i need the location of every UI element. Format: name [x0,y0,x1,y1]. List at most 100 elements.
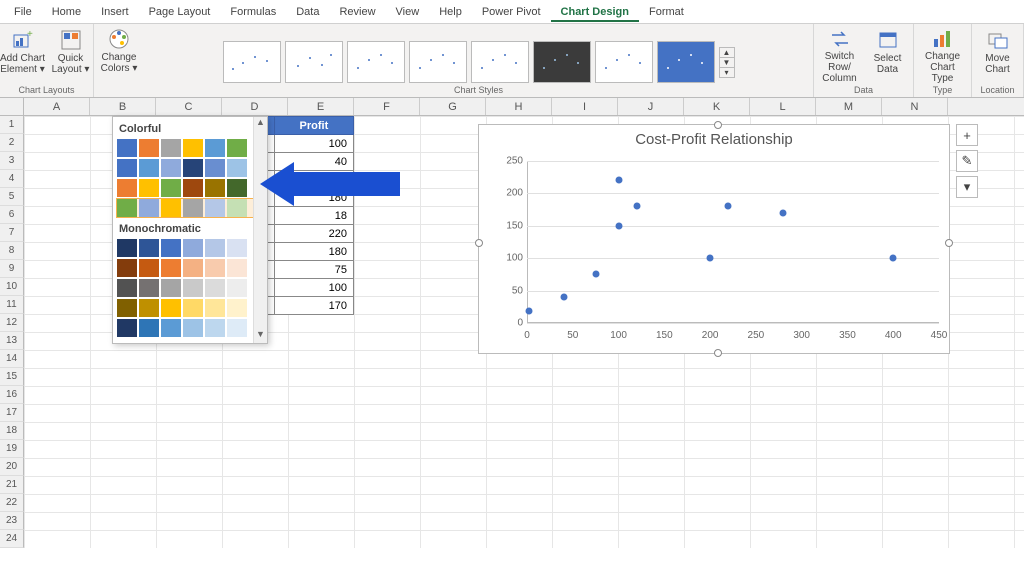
move-chart-button[interactable]: Move Chart [975,27,1021,83]
column-header[interactable]: E [288,98,354,115]
data-point[interactable] [707,255,714,262]
color-scheme-option[interactable] [117,179,263,197]
row-header[interactable]: 1 [0,116,24,134]
data-point[interactable] [725,203,732,210]
color-scheme-option[interactable] [117,199,263,217]
tab-file[interactable]: File [4,2,42,22]
row-header[interactable]: 13 [0,332,24,350]
chart-filters-button[interactable]: ▾ [956,176,978,198]
change-chart-type-button[interactable]: Change Chart Type [920,27,966,83]
change-colors-button[interactable]: Change Colors ▾ [96,26,142,82]
row-header[interactable]: 2 [0,134,24,152]
column-header[interactable]: A [24,98,90,115]
color-scheme-option[interactable] [117,279,263,297]
cell[interactable]: 75 [274,261,353,279]
color-scheme-option[interactable] [117,159,263,177]
column-header[interactable]: J [618,98,684,115]
chart-style-thumb[interactable] [657,41,715,83]
chart-elements-button[interactable]: + [956,124,978,146]
data-point[interactable] [615,222,622,229]
chart-style-thumb[interactable] [595,41,653,83]
chart-styles-button[interactable]: ✎ [956,150,978,172]
row-header[interactable]: 19 [0,440,24,458]
row-header[interactable]: 20 [0,458,24,476]
column-header[interactable]: M [816,98,882,115]
column-header[interactable]: K [684,98,750,115]
add-chart-element-button[interactable]: + Add Chart Element ▾ [0,27,46,83]
row-header[interactable]: 18 [0,422,24,440]
color-scheme-option[interactable] [117,299,263,317]
data-point[interactable] [890,255,897,262]
cell[interactable]: 170 [274,297,353,315]
row-header[interactable]: 21 [0,476,24,494]
row-header[interactable]: 3 [0,152,24,170]
row-header[interactable]: 10 [0,278,24,296]
row-header[interactable]: 24 [0,530,24,548]
column-header[interactable]: G [420,98,486,115]
row-header[interactable]: 15 [0,368,24,386]
row-header[interactable]: 12 [0,314,24,332]
change-colors-dropdown[interactable]: ▲▼ Colorful Monochromatic [112,116,268,344]
cell[interactable]: 100 [274,135,353,153]
tab-format[interactable]: Format [639,2,694,22]
column-header[interactable]: I [552,98,618,115]
chart-style-thumb[interactable] [285,41,343,83]
chart-style-thumb[interactable] [347,41,405,83]
tab-insert[interactable]: Insert [91,2,139,22]
plot-area[interactable]: 0501001502002500501001502002503003504004… [527,161,939,323]
chart-style-gallery[interactable]: ▲ ▼ ▾ [223,41,735,83]
tab-view[interactable]: View [386,2,430,22]
chart-style-thumb[interactable] [223,41,281,83]
tab-formulas[interactable]: Formulas [220,2,286,22]
cell[interactable]: 180 [274,243,353,261]
data-point[interactable] [633,203,640,210]
column-header[interactable]: N [882,98,948,115]
tab-review[interactable]: Review [329,2,385,22]
column-header[interactable]: H [486,98,552,115]
gallery-more[interactable]: ▾ [720,67,734,77]
row-header[interactable]: 17 [0,404,24,422]
chart-style-thumb[interactable] [533,41,591,83]
tab-home[interactable]: Home [42,2,91,22]
cell[interactable]: 18 [274,207,353,225]
chart-style-thumb[interactable] [471,41,529,83]
dropdown-scrollbar[interactable]: ▲▼ [253,117,267,343]
data-point[interactable] [780,209,787,216]
gallery-scroll-down[interactable]: ▼ [720,57,734,67]
row-header[interactable]: 22 [0,494,24,512]
data-point[interactable] [615,177,622,184]
color-scheme-option[interactable] [117,319,263,337]
cell[interactable]: 220 [274,225,353,243]
cell[interactable]: 100 [274,279,353,297]
row-header[interactable]: 8 [0,242,24,260]
color-scheme-option[interactable] [117,259,263,277]
row-header[interactable]: 23 [0,512,24,530]
row-header[interactable]: 5 [0,188,24,206]
row-header[interactable]: 7 [0,224,24,242]
chart-title[interactable]: Cost-Profit Relationship [479,131,949,148]
select-data-button[interactable]: Select Data [865,27,911,83]
tab-help[interactable]: Help [429,2,472,22]
chart-style-thumb[interactable] [409,41,467,83]
row-header[interactable]: 14 [0,350,24,368]
switch-row-column-button[interactable]: Switch Row/ Column [817,27,863,83]
tab-chart-design[interactable]: Chart Design [551,2,639,22]
data-point[interactable] [592,271,599,278]
data-point[interactable] [560,294,567,301]
column-header[interactable]: D [222,98,288,115]
column-header[interactable]: B [90,98,156,115]
row-header[interactable]: 9 [0,260,24,278]
gallery-scroll-up[interactable]: ▲ [720,48,734,57]
row-header[interactable]: 4 [0,170,24,188]
tab-power-pivot[interactable]: Power Pivot [472,2,551,22]
data-point[interactable] [525,308,532,315]
color-scheme-option[interactable] [117,239,263,257]
tab-data[interactable]: Data [286,2,329,22]
row-header[interactable]: 16 [0,386,24,404]
column-header[interactable]: F [354,98,420,115]
tab-page-layout[interactable]: Page Layout [139,2,221,22]
embedded-chart[interactable]: Cost-Profit Relationship 050100150200250… [478,124,950,354]
quick-layout-button[interactable]: Quick Layout ▾ [48,27,94,83]
column-header[interactable]: L [750,98,816,115]
worksheet[interactable]: ABCDEFGHIJKLMN 1234567891011121314151617… [0,98,1024,576]
